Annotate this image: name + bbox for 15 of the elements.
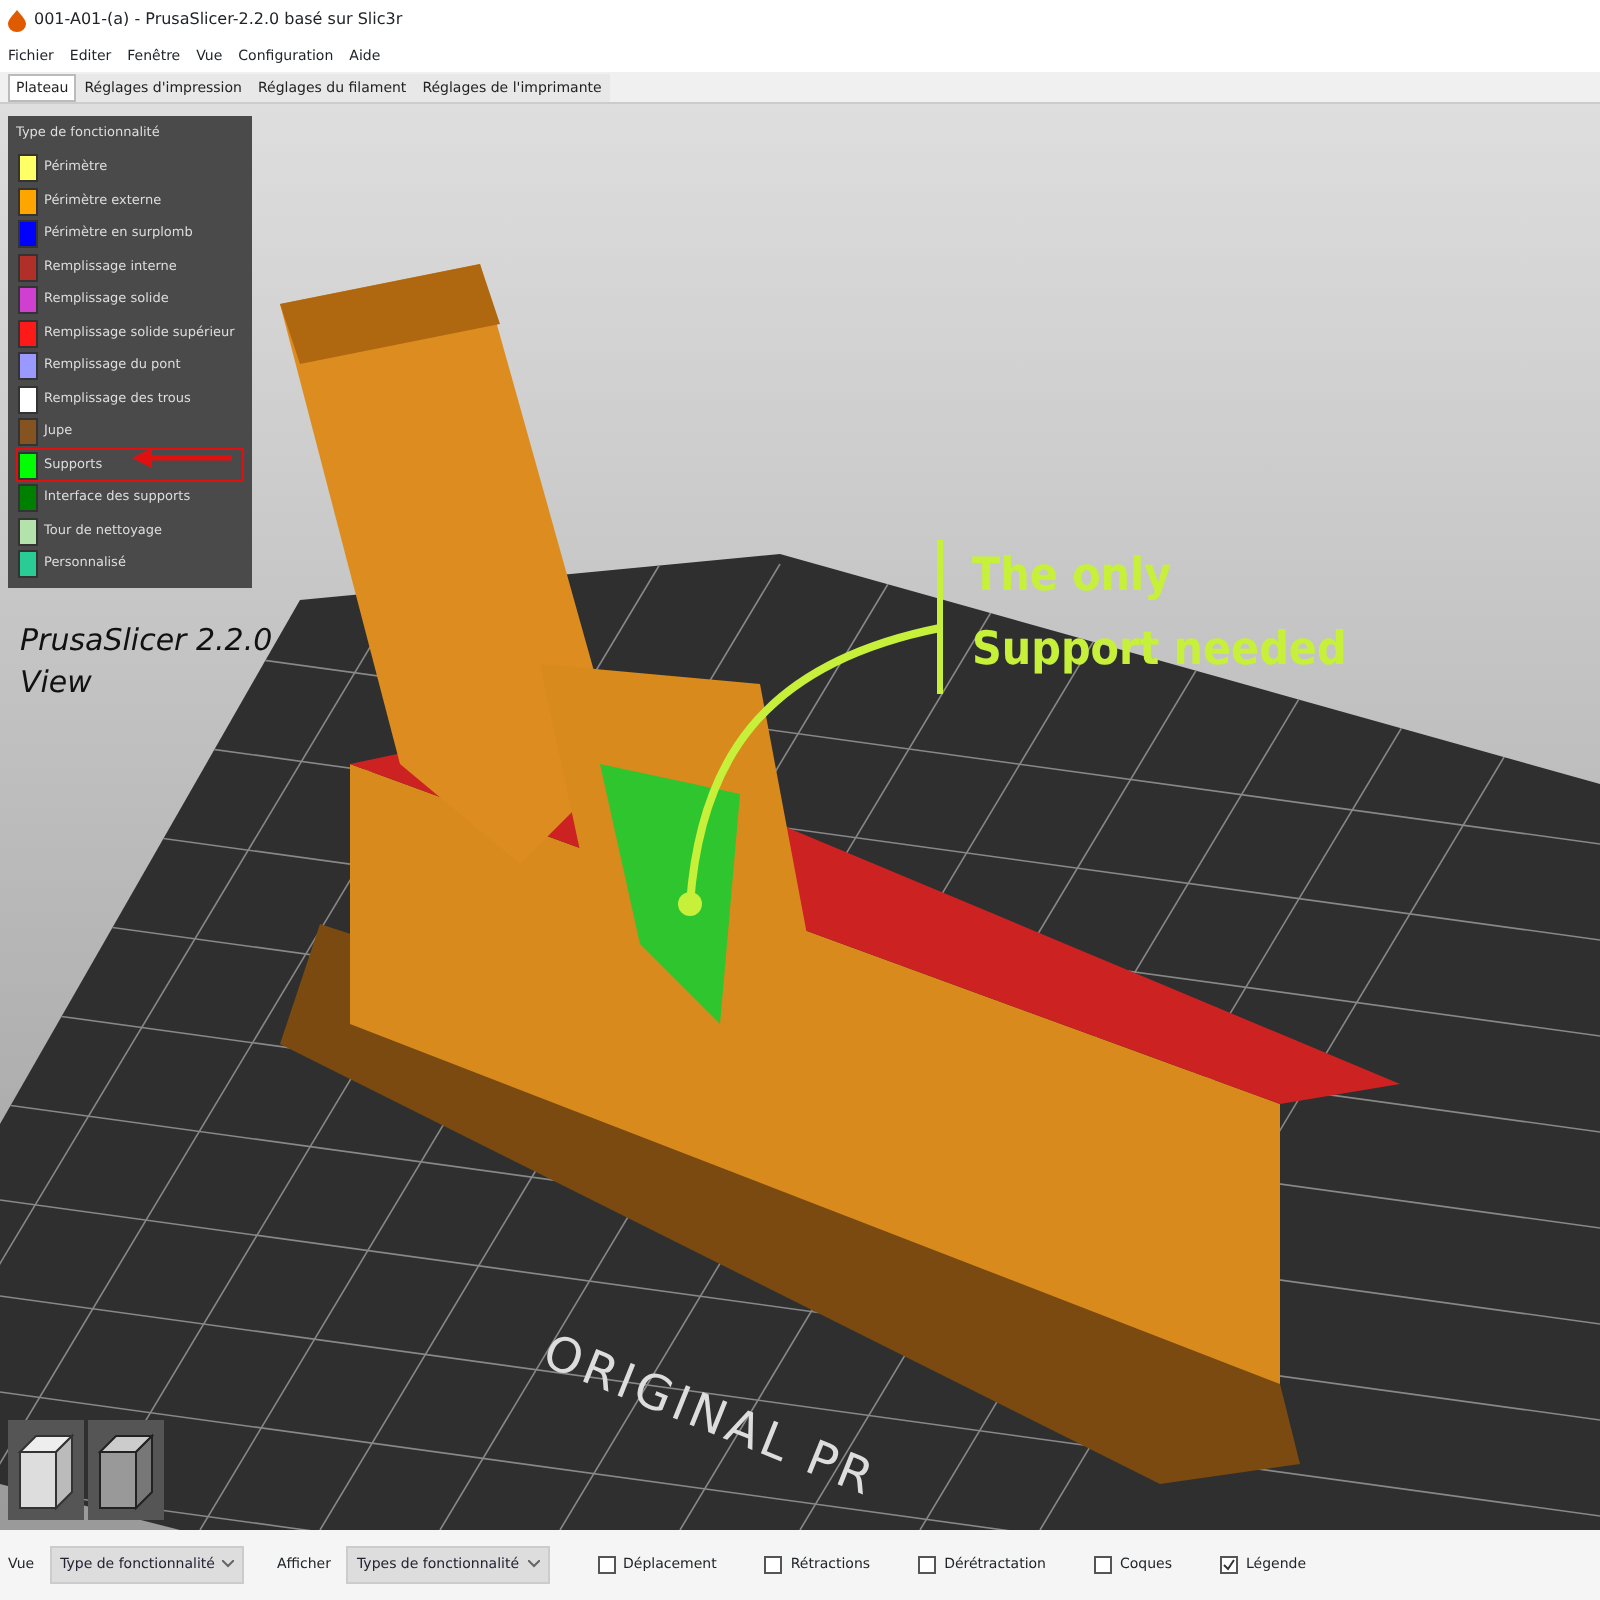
window-title: 001-A01-(a) - PrusaSlicer-2.2.0 basé sur Slic3r (34, 8, 403, 32)
layers-icon[interactable] (88, 1420, 164, 1520)
caption-text: View (20, 662, 94, 704)
app-icon (8, 9, 26, 31)
annotation-text: Support needed (972, 621, 1347, 680)
checkbox[interactable] (597, 1556, 616, 1574)
caret-icon (222, 1560, 235, 1569)
caption-text: PrusaSlicer 2.2.0 (20, 620, 273, 662)
annotation-text: The only (972, 548, 1174, 606)
cube-icon[interactable] (8, 1420, 84, 1520)
checkbox[interactable] (1220, 1556, 1239, 1574)
checkbox[interactable] (1094, 1556, 1112, 1574)
checkbox[interactable] (764, 1556, 783, 1574)
checkbox[interactable] (918, 1556, 937, 1574)
caret-icon (527, 1560, 540, 1569)
